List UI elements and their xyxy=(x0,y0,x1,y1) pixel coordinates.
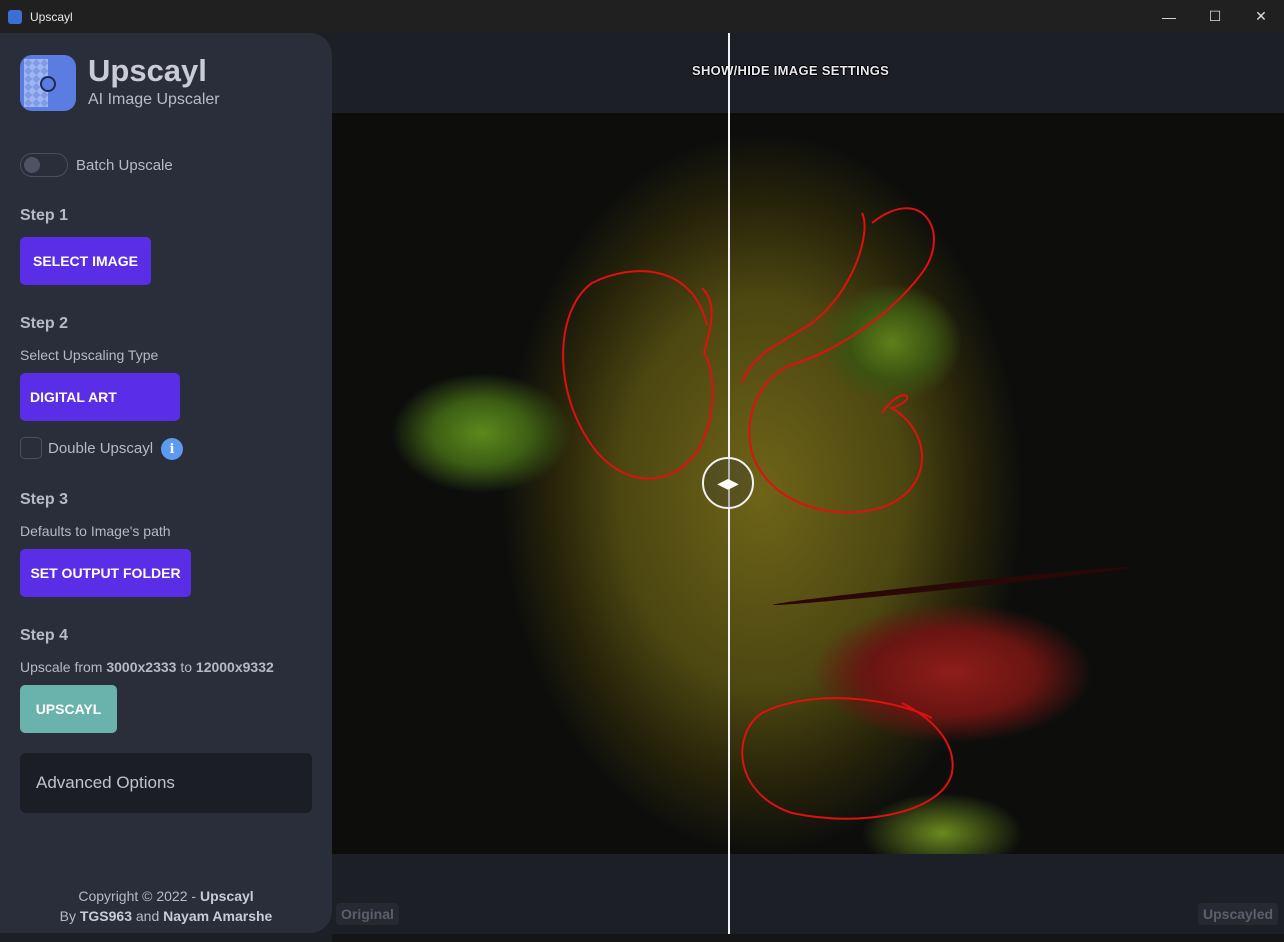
window-title: Upscayl xyxy=(30,10,73,24)
upscaling-type-select[interactable]: DIGITAL ART xyxy=(20,373,180,421)
batch-upscale-toggle[interactable] xyxy=(20,153,68,177)
from-size: 3000x2333 xyxy=(106,659,177,675)
author-tgs963[interactable]: TGS963 xyxy=(80,908,132,924)
app-subtitle: AI Image Upscaler xyxy=(88,91,220,108)
maximize-button[interactable]: ☐ xyxy=(1192,0,1238,33)
step2-title: Step 2 xyxy=(20,315,69,332)
original-label: Original xyxy=(336,903,399,925)
footer-brand: Upscayl xyxy=(199,888,254,904)
upscayl-logo-icon xyxy=(20,55,76,111)
app-name: Upscayl xyxy=(88,53,207,88)
output-path-label: Defaults to Image's path xyxy=(20,523,171,539)
sidebar: Upscayl AI Image Upscaler Batch Upscale … xyxy=(0,33,332,933)
upscayled-label: Upscayled xyxy=(1198,903,1279,925)
batch-upscale-label: Batch Upscale xyxy=(76,157,173,174)
show-hide-settings-button[interactable]: SHOW/HIDE IMAGE SETTINGS xyxy=(692,63,889,78)
minimize-button[interactable]: — xyxy=(1146,0,1192,33)
double-upscayl-label: Double Upscayl xyxy=(48,440,154,457)
image-compare-area: SHOW/HIDE IMAGE SETTINGS ◀▶ Original Ups… xyxy=(332,33,1284,942)
to-size: 12000x9332 xyxy=(195,659,274,675)
compare-slider-handle[interactable]: ◀▶ xyxy=(702,457,754,509)
comparison-image xyxy=(332,113,1284,854)
title-bar: Upscayl — ☐ ✕ xyxy=(0,0,1284,33)
authors-line: By TGS963 and Nayam Amarshe xyxy=(59,908,273,924)
step4-title: Step 4 xyxy=(20,627,69,644)
author-nayam[interactable]: Nayam Amarshe xyxy=(163,908,272,924)
upscale-size-text: Upscale from 3000x2333 to 12000x9332 xyxy=(20,659,274,675)
set-output-folder-button[interactable]: SET OUTPUT FOLDER xyxy=(20,549,191,597)
taskbar-strip xyxy=(332,934,1284,942)
step1-title: Step 1 xyxy=(20,207,69,224)
red-annotation-scribbles xyxy=(562,207,954,820)
copyright-line: Copyright © 2022 - Upscayl xyxy=(78,888,254,904)
info-icon[interactable]: i xyxy=(161,438,183,460)
double-upscayl-checkbox[interactable] xyxy=(20,437,42,459)
upscayl-button[interactable]: UPSCAYL xyxy=(20,685,117,733)
select-image-button[interactable]: SELECT IMAGE xyxy=(20,237,151,285)
upscaling-type-label: Select Upscaling Type xyxy=(20,347,159,363)
app-icon xyxy=(8,10,22,24)
close-button[interactable]: ✕ xyxy=(1238,0,1284,33)
step3-title: Step 3 xyxy=(20,491,69,508)
advanced-options-button[interactable]: Advanced Options xyxy=(20,753,312,813)
